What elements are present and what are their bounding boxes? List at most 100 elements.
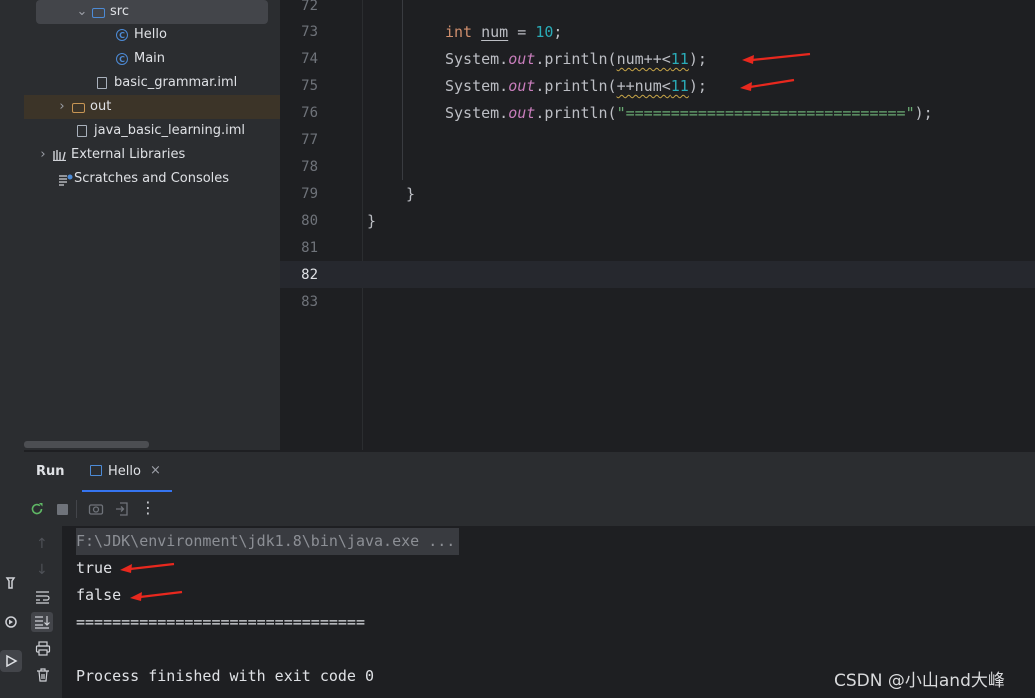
code-line-75: System.out.println(++num<11); (445, 73, 707, 100)
method-token: .println( (535, 77, 617, 95)
run-panel-header: Run Hello × (24, 451, 1035, 492)
services-icon[interactable] (0, 611, 22, 633)
number-token: 11 (670, 77, 689, 95)
tree-item-out[interactable]: › out (24, 95, 280, 119)
number-token: 11 (670, 50, 689, 68)
method-close-brace: } (406, 185, 416, 203)
line-number: 83 (301, 294, 318, 310)
library-icon (51, 147, 67, 163)
method-token: .println( (535, 50, 617, 68)
console-output-true: true (76, 559, 113, 577)
run-panel-title: Run (36, 464, 65, 479)
code-line-74: System.out.println(num++<11); (445, 46, 707, 73)
line-number: 78 (301, 159, 318, 175)
line-number: 79 (301, 186, 318, 202)
static-field-token: out (508, 104, 536, 122)
project-tree: ⌄ src C Hello C Main basic_grammar.iml ›… (24, 0, 280, 450)
folder-icon (70, 99, 86, 115)
stop-icon[interactable] (57, 504, 68, 515)
line-number: 80 (301, 213, 318, 229)
close-icon[interactable]: × (150, 463, 161, 478)
close-paren-token: ); (688, 50, 707, 68)
tree-item-src[interactable]: ⌄ src (36, 0, 268, 24)
static-field-token: out (508, 50, 536, 68)
console-exit-message: Process finished with exit code 0 (76, 667, 375, 685)
tree-item-basic-grammar-iml[interactable]: basic_grammar.iml (94, 71, 237, 95)
toolbar-divider (76, 500, 77, 518)
tree-item-label: Main (134, 51, 166, 66)
annotation-arrow (120, 562, 175, 573)
static-field-token: out (508, 77, 536, 95)
line-number: 74 (301, 51, 318, 67)
line-number: 72 (301, 0, 318, 14)
tab-hello[interactable]: Hello × (82, 452, 172, 492)
line-number: 75 (301, 78, 318, 94)
keyword-token: int (445, 23, 473, 41)
tree-item-label: basic_grammar.iml (114, 75, 238, 90)
tree-item-main[interactable]: C Main (114, 47, 165, 71)
screenshot-icon[interactable] (88, 501, 104, 521)
argument-token: ++num< (616, 77, 671, 95)
tree-item-external-libraries[interactable]: › External Libraries (35, 143, 185, 167)
tree-item-label: out (90, 99, 112, 114)
console-output-false: false (76, 586, 122, 604)
semicolon-token: ; (553, 23, 563, 41)
build-icon[interactable] (0, 572, 22, 594)
down-arrow-icon[interactable]: ↓ (36, 562, 48, 578)
line-number: 76 (301, 105, 318, 121)
module-file-icon (74, 123, 90, 139)
tree-item-label: External Libraries (71, 147, 186, 162)
scroll-to-end-icon[interactable] (31, 612, 53, 632)
line-number-current: 82 (301, 267, 318, 283)
more-options-icon[interactable]: ⋮ (140, 498, 156, 517)
variable-token: num (481, 23, 509, 41)
watermark: CSDN @小山and大峰 (834, 671, 1005, 691)
indent-guide (402, 0, 403, 180)
chevron-right-icon[interactable]: › (35, 147, 51, 163)
run-toolbar: ⋮ (24, 492, 1035, 526)
module-file-icon (94, 75, 110, 91)
tree-item-label: src (110, 4, 129, 19)
tree-item-java-basic-learning-iml[interactable]: java_basic_learning.iml (74, 119, 245, 143)
rerun-icon[interactable] (29, 501, 45, 521)
tree-item-scratches[interactable]: Scratches and Consoles (57, 167, 229, 191)
tree-item-hello[interactable]: C Hello (114, 23, 167, 47)
console-output-separator: ================================ (76, 613, 365, 631)
code-line-76: System.out.println("====================… (445, 100, 933, 127)
close-paren-token: ); (914, 104, 933, 122)
tree-item-label: Scratches and Consoles (74, 171, 230, 186)
tool-window-strip (0, 0, 25, 698)
up-arrow-icon[interactable]: ↑ (36, 536, 48, 552)
print-icon[interactable] (35, 641, 51, 660)
scratches-icon (57, 171, 73, 187)
exit-icon[interactable] (114, 501, 130, 521)
class-close-brace: } (367, 212, 377, 230)
annotation-arrow (740, 78, 795, 91)
chevron-right-icon[interactable]: › (54, 99, 70, 115)
method-token: .println( (535, 104, 617, 122)
operator-token: = (508, 23, 536, 41)
line-number: 77 (301, 132, 318, 148)
chevron-down-icon[interactable]: ⌄ (74, 4, 90, 20)
run-tool-icon[interactable] (0, 650, 22, 672)
annotation-arrow (130, 590, 183, 601)
line-number: 73 (301, 24, 318, 40)
string-token: "===============================" (616, 104, 915, 122)
tree-horizontal-scrollbar[interactable] (24, 441, 149, 448)
console-side-toolbar: ↑ ↓ (24, 526, 62, 698)
trash-icon[interactable] (35, 667, 51, 687)
current-line-highlight (280, 261, 1035, 288)
close-paren-token: ); (688, 77, 707, 95)
class-token: System. (445, 104, 509, 122)
argument-token: num++< (616, 50, 671, 68)
class-token: System. (445, 50, 509, 68)
number-token: 10 (535, 23, 554, 41)
tab-label: Hello (108, 464, 141, 479)
soft-wrap-icon[interactable] (35, 589, 51, 608)
line-number: 81 (301, 240, 318, 256)
class-icon: C (114, 51, 130, 67)
tree-item-label: java_basic_learning.iml (94, 123, 246, 138)
console-command-line: F:\JDK\environment\jdk1.8\bin\java.exe .… (76, 528, 460, 555)
class-token: System. (445, 77, 509, 95)
class-icon: C (114, 27, 130, 43)
